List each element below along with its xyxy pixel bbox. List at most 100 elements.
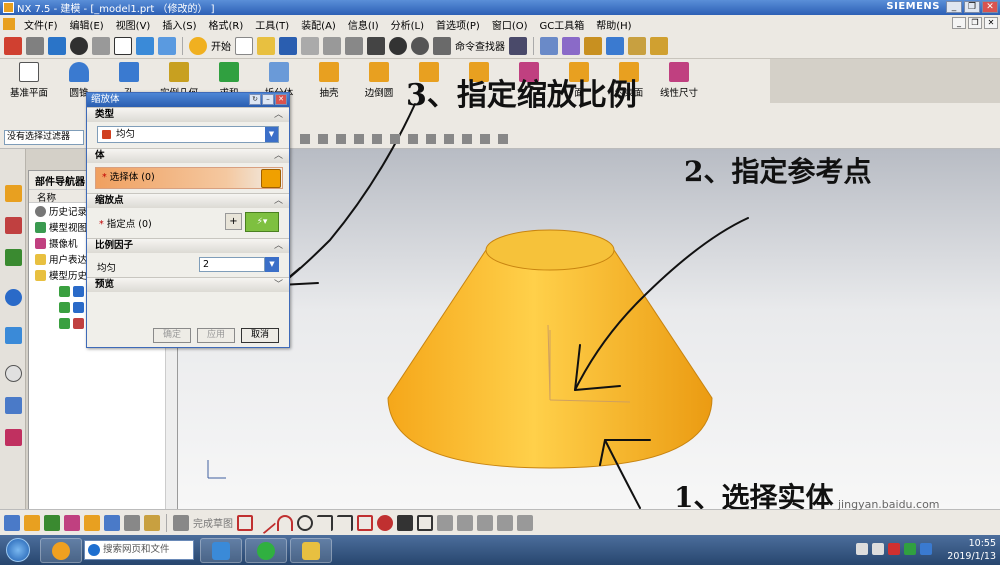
arc-icon[interactable]	[277, 514, 293, 531]
ok-button[interactable]: 确定	[153, 328, 191, 343]
circle-icon[interactable]	[297, 514, 313, 531]
chevron-down-icon[interactable]: ▼	[265, 127, 278, 142]
selection-icons	[300, 134, 508, 144]
select-body-label: 选择体 (0)	[109, 172, 155, 183]
chamfer-icon[interactable]	[104, 514, 120, 531]
quick-extend-icon[interactable]	[457, 514, 473, 531]
collapse-icon[interactable]: –	[262, 94, 274, 105]
point-icon[interactable]	[397, 514, 413, 531]
flag-icon[interactable]	[888, 543, 900, 555]
section-type-label: 类型	[95, 109, 115, 120]
camera-icon	[35, 237, 46, 249]
finish-sketch-button[interactable]: 完成草图	[193, 515, 233, 530]
rectangle-icon[interactable]	[357, 514, 373, 531]
finish-sketch-icon[interactable]	[173, 514, 189, 531]
specify-point-label: 指定点 (0)	[106, 219, 152, 230]
taskbar-app-paint[interactable]	[200, 538, 242, 563]
pattern-icon[interactable]	[144, 514, 160, 531]
scale-body-dialog: 缩放体 ↻ – ✕ 类型 ︿ 均匀 ▼ 体 ︿ * 选择体 (0) 缩放点 ︿ * 指定点…	[86, 92, 290, 348]
sweep-icon[interactable]	[64, 514, 80, 531]
nx-taskbar-icon	[302, 542, 320, 560]
clock-time: 10:55	[968, 538, 996, 549]
fillet-icon[interactable]	[317, 514, 333, 531]
cancel-button[interactable]: 取消	[241, 328, 279, 343]
chevron-up-icon[interactable]: ︿	[274, 239, 283, 253]
chevron-up-icon[interactable]: ︿	[274, 194, 283, 208]
quick-trim-icon[interactable]	[437, 514, 453, 531]
offset-curve-icon[interactable]	[497, 514, 513, 531]
reuse-library-icon[interactable]	[5, 289, 22, 306]
section-body-label: 体	[95, 150, 105, 161]
cone-feature-icon	[73, 301, 84, 313]
folder-icon	[35, 269, 46, 281]
hd3d-tools-icon[interactable]	[5, 327, 22, 344]
chevron-up-icon[interactable]: ︿	[274, 108, 283, 122]
taskbar-app-360[interactable]	[245, 538, 287, 563]
scale-factor-input[interactable]: 2	[199, 257, 265, 272]
assembly-navigator-icon[interactable]	[5, 185, 22, 202]
section-scale-point-label: 缩放点	[95, 195, 124, 206]
extrude-icon[interactable]	[24, 514, 40, 531]
history-mode-icon	[35, 205, 46, 217]
constraint-navigator-icon[interactable]	[5, 217, 22, 234]
section-preview[interactable]: 预览 ﹀	[87, 277, 289, 292]
blend-icon[interactable]	[84, 514, 100, 531]
section-scale-factor-label: 比例因子	[95, 240, 134, 251]
resource-bar	[0, 149, 26, 509]
chevron-down-icon[interactable]: ﹀	[274, 278, 283, 292]
mirror-icon[interactable]	[124, 514, 140, 531]
studio-spline-icon[interactable]	[377, 514, 393, 531]
checkbox-icon[interactable]	[59, 285, 70, 297]
reset-icon[interactable]: ↻	[249, 94, 261, 105]
checkbox-icon[interactable]	[59, 301, 70, 313]
checkbox-icon[interactable]	[59, 317, 70, 329]
section-scale-point[interactable]: 缩放点 ︿	[87, 193, 289, 208]
section-type[interactable]: 类型 ︿	[87, 107, 289, 122]
history-icon[interactable]	[5, 365, 22, 382]
line-icon[interactable]	[253, 511, 277, 534]
polygon-icon[interactable]	[417, 514, 433, 531]
uniform-label: 均匀	[97, 263, 117, 274]
annotation-step3: 3、指定缩放比例	[406, 78, 637, 113]
constraint-icon[interactable]	[517, 514, 533, 531]
navigator-title: 部件导航器	[35, 176, 85, 188]
watermark-url: jingyan.baidu.com	[838, 498, 940, 511]
taskbar-app-browser[interactable]	[40, 538, 82, 563]
system-materials-icon[interactable]	[5, 397, 22, 414]
annotation-step2: 2、指定参考点	[684, 155, 872, 188]
dialog-title: 缩放体	[91, 94, 120, 105]
paint-icon	[212, 542, 230, 560]
section-scale-factor[interactable]: 比例因子 ︿	[87, 238, 289, 253]
chevron-up-icon[interactable]: ︿	[274, 149, 283, 163]
specify-point-field[interactable]: * 指定点 (0)	[99, 216, 152, 230]
security-icon[interactable]	[904, 543, 916, 555]
part-navigator-icon[interactable]	[5, 249, 22, 266]
chamfer-sketch-icon[interactable]	[337, 514, 353, 531]
sketch-icon[interactable]	[4, 514, 20, 531]
view-triad	[207, 460, 226, 479]
dialog-title-bar: 缩放体 ↻ – ✕	[87, 93, 289, 107]
revolve-icon[interactable]	[44, 514, 60, 531]
roles-icon[interactable]	[5, 429, 22, 446]
point-dialog-icon[interactable]: +	[225, 213, 242, 230]
type-select[interactable]: 均匀 ▼	[97, 126, 279, 143]
type-select-value: 均匀	[116, 129, 136, 140]
select-object-icon[interactable]	[261, 169, 281, 188]
cone-top-face[interactable]	[485, 229, 615, 271]
make-corner-icon[interactable]	[477, 514, 493, 531]
taskbar-app-nx[interactable]	[290, 538, 332, 563]
toolbar-separator	[166, 513, 167, 532]
select-body-field[interactable]: * 选择体 (0)	[95, 167, 283, 189]
clock[interactable]: 10:55 2019/1/13	[947, 537, 996, 563]
start-button[interactable]	[0, 535, 36, 565]
profile-icon[interactable]	[237, 514, 253, 531]
dialog-close-button[interactable]: ✕	[275, 94, 287, 105]
volume-icon[interactable]	[872, 543, 884, 555]
apply-button[interactable]: 应用	[197, 328, 235, 343]
input-method-icon[interactable]	[920, 543, 932, 555]
scale-options-icon[interactable]: ▼	[265, 257, 279, 272]
section-body[interactable]: 体 ︿	[87, 148, 289, 163]
network-icon[interactable]	[856, 543, 868, 555]
inferred-point-dropdown[interactable]: ⚡▾	[245, 212, 279, 232]
taskbar-search-input[interactable]: 搜索网页和文件	[84, 540, 194, 560]
